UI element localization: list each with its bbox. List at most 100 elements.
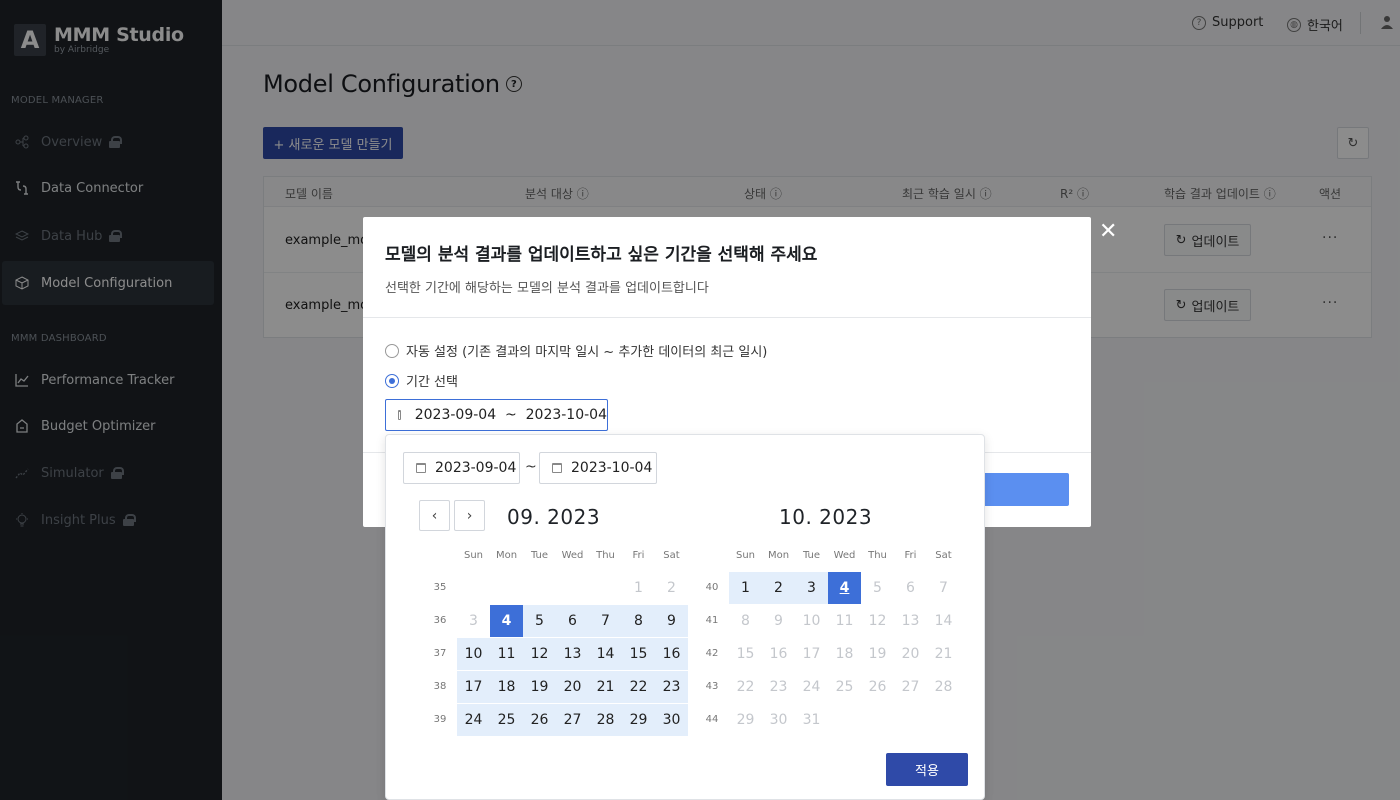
calendar-day[interactable]: 20 — [894, 638, 927, 670]
calendar-day[interactable]: 10 — [457, 638, 490, 670]
calendar-day[interactable]: 17 — [795, 638, 828, 670]
prev-month-button[interactable]: ‹ — [419, 500, 450, 531]
apply-button[interactable]: 적용 — [886, 753, 968, 786]
calendar-day[interactable]: 1 — [729, 572, 762, 604]
calendar-day[interactable]: 20 — [556, 671, 589, 703]
calendar-day[interactable]: 23 — [762, 671, 795, 703]
calendar-day[interactable]: 12 — [861, 605, 894, 637]
weekday-label: Wed — [561, 550, 584, 561]
date-range-input[interactable]: 2023-09-04 ~ 2023-10-04 — [385, 399, 608, 431]
calendar-day[interactable]: 13 — [894, 605, 927, 637]
calendar-day[interactable]: 14 — [589, 638, 622, 670]
calendar-day[interactable]: 9 — [762, 605, 795, 637]
calendar-day[interactable]: 12 — [523, 638, 556, 670]
radio-custom-range[interactable]: 기간 선택 — [385, 371, 458, 390]
calendar-day[interactable]: 30 — [655, 704, 688, 736]
calendar-day[interactable]: 25 — [490, 704, 523, 736]
weekday-label: Tue — [530, 550, 549, 561]
radio-button[interactable] — [385, 343, 399, 358]
calendar-day[interactable]: 14 — [927, 605, 960, 637]
date-range-value: 2023-09-04 ~ 2023-10-04 — [414, 407, 607, 423]
calendar-day[interactable]: 15 — [729, 638, 762, 670]
calendar-day[interactable]: 11 — [828, 605, 861, 637]
calendar-day[interactable]: 5 — [523, 605, 556, 637]
calendar-day[interactable]: 8 — [622, 605, 655, 637]
date-range-picker: 2023-09-04 ~ 2023-10-04 ‹ › 09. 2023 10.… — [385, 434, 985, 800]
calendar-day[interactable]: 29 — [729, 704, 762, 736]
calendar-day[interactable]: 27 — [556, 704, 589, 736]
week-number: 35 — [433, 582, 447, 593]
calendar-day[interactable]: 28 — [589, 704, 622, 736]
calendar-day[interactable]: 17 — [457, 671, 490, 703]
calendar-day[interactable]: 9 — [655, 605, 688, 637]
modal-title: 모델의 분석 결과를 업데이트하고 싶은 기간을 선택해 주세요 — [385, 245, 818, 265]
calendar-day[interactable]: 25 — [828, 671, 861, 703]
week-number: 42 — [705, 648, 719, 659]
calendar-day[interactable]: 24 — [457, 704, 490, 736]
weekday-label: Wed — [833, 550, 856, 561]
weekday-label: Sun — [735, 550, 756, 561]
week-number: 43 — [705, 681, 719, 692]
calendar-day[interactable]: 26 — [861, 671, 894, 703]
calendar-day[interactable]: 10 — [795, 605, 828, 637]
weekday-label: Sun — [463, 550, 484, 561]
end-date-input[interactable]: 2023-10-04 — [539, 452, 657, 484]
calendar-day[interactable]: 18 — [828, 638, 861, 670]
calendar-day[interactable]: 18 — [490, 671, 523, 703]
right-month-title: 10. 2023 — [779, 505, 873, 529]
calendar-day[interactable]: 15 — [622, 638, 655, 670]
calendar-day[interactable]: 5 — [861, 572, 894, 604]
calendar-day[interactable]: 16 — [762, 638, 795, 670]
weekday-label: Thu — [868, 550, 887, 561]
calendar-day[interactable]: 28 — [927, 671, 960, 703]
calendar-day[interactable]: 21 — [589, 671, 622, 703]
calendar-day[interactable]: 22 — [622, 671, 655, 703]
calendar-day[interactable]: 3 — [457, 605, 490, 637]
close-icon[interactable]: ✕ — [1099, 219, 1117, 244]
calendar-day[interactable]: 27 — [894, 671, 927, 703]
calendar-day[interactable]: 13 — [556, 638, 589, 670]
calendar-day[interactable]: 21 — [927, 638, 960, 670]
calendar-day[interactable]: 16 — [655, 638, 688, 670]
range-separator: ~ — [525, 459, 537, 475]
week-number: 41 — [705, 615, 719, 626]
calendar-day[interactable]: 29 — [622, 704, 655, 736]
calendar-day[interactable]: 26 — [523, 704, 556, 736]
calendar-day[interactable]: 24 — [795, 671, 828, 703]
calendar-day[interactable]: 11 — [490, 638, 523, 670]
calendar-day[interactable]: 31 — [795, 704, 828, 736]
calendar-day[interactable]: 1 — [622, 572, 655, 604]
week-number: 36 — [433, 615, 447, 626]
calendar-day[interactable]: 19 — [523, 671, 556, 703]
chevron-right-icon: › — [466, 507, 473, 524]
radio-button[interactable] — [385, 373, 399, 388]
weekday-label: Mon — [767, 550, 790, 561]
calendar-day[interactable]: 7 — [927, 572, 960, 604]
start-date-input[interactable]: 2023-09-04 — [403, 452, 520, 484]
week-number: 37 — [433, 648, 447, 659]
calendar-day[interactable]: 4 — [490, 605, 523, 637]
start-date-value: 2023-09-04 — [435, 460, 517, 476]
calendar-day[interactable]: 2 — [655, 572, 688, 604]
calendar-icon — [398, 410, 401, 420]
calendar-day[interactable]: 4 — [828, 572, 861, 604]
divider — [363, 317, 1091, 318]
week-number: 44 — [705, 714, 719, 725]
calendar-day[interactable]: 6 — [556, 605, 589, 637]
weekday-label: Fri — [904, 550, 917, 561]
calendar-day[interactable]: 30 — [762, 704, 795, 736]
weekday-label: Sat — [663, 550, 680, 561]
calendar-day[interactable]: 8 — [729, 605, 762, 637]
next-month-button[interactable]: › — [454, 500, 485, 531]
calendar-day[interactable]: 3 — [795, 572, 828, 604]
calendar-day[interactable]: 7 — [589, 605, 622, 637]
calendar-day[interactable]: 23 — [655, 671, 688, 703]
week-number: 39 — [433, 714, 447, 725]
end-date-value: 2023-10-04 — [571, 460, 653, 476]
radio-label: 기간 선택 — [406, 375, 458, 390]
calendar-day[interactable]: 22 — [729, 671, 762, 703]
calendar-day[interactable]: 2 — [762, 572, 795, 604]
calendar-day[interactable]: 6 — [894, 572, 927, 604]
calendar-day[interactable]: 19 — [861, 638, 894, 670]
radio-auto[interactable]: 자동 설정 (기존 결과의 마지막 일시 ~ 추가한 데이터의 최근 일시) — [385, 341, 767, 360]
